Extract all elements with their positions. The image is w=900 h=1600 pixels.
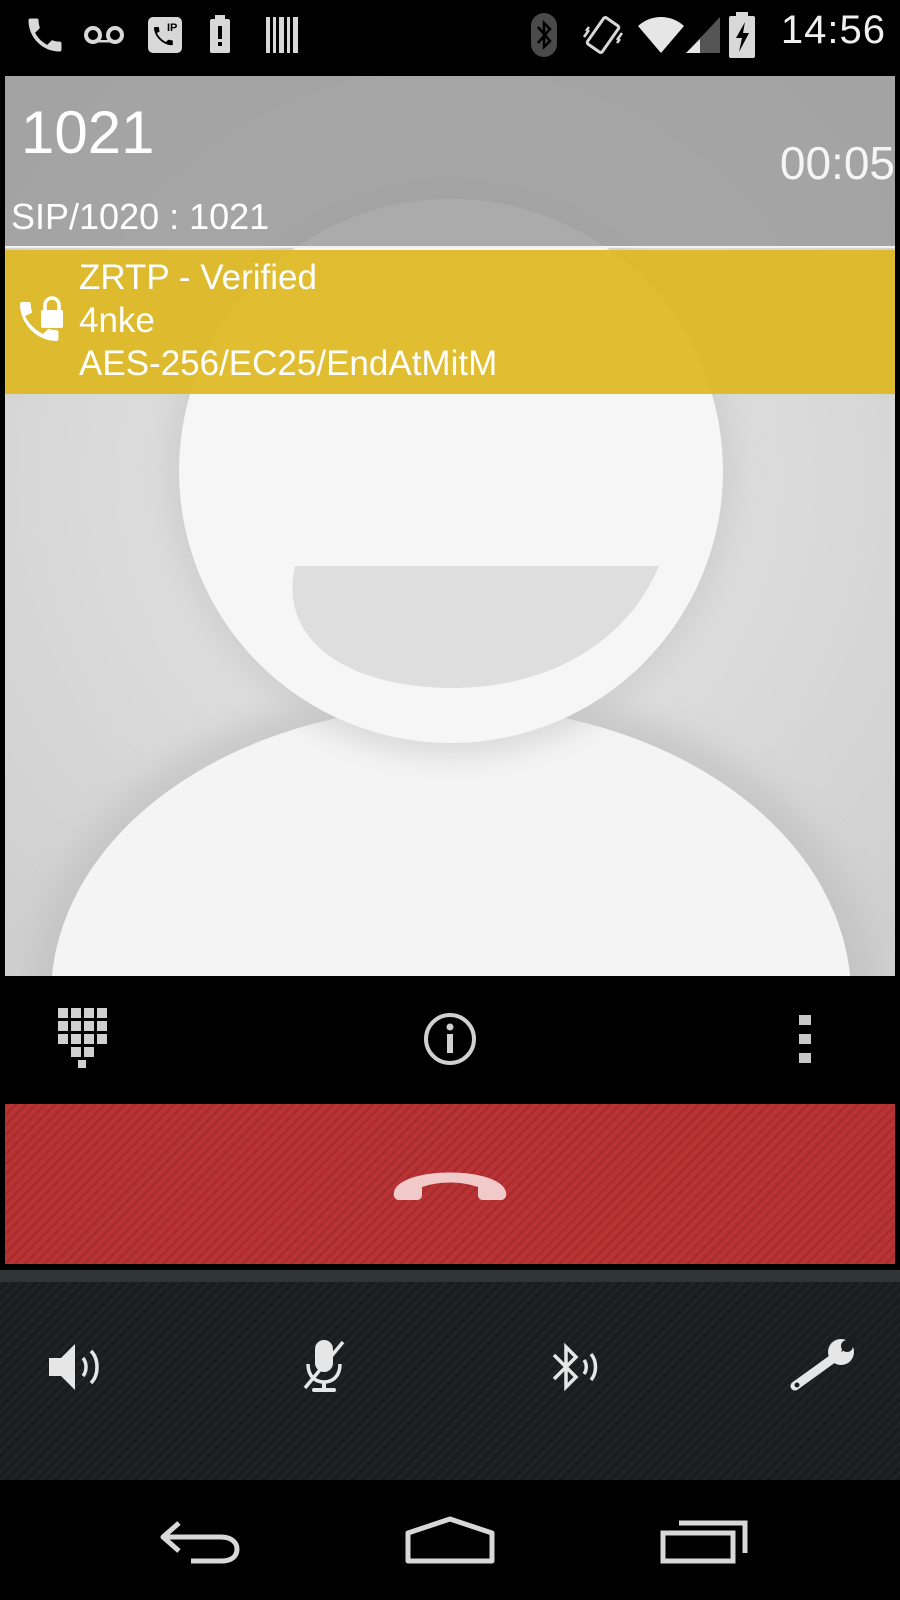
- phone-icon: [20, 10, 70, 60]
- controls-divider: [0, 1270, 900, 1282]
- zrtp-sas-code: 4nke: [79, 301, 155, 340]
- recents-button[interactable]: [644, 1500, 764, 1580]
- status-clock: 14:56: [780, 8, 886, 52]
- barcode-icon: [262, 10, 302, 60]
- dialpad-icon: [58, 1008, 107, 1068]
- vibrate-icon: [580, 10, 626, 60]
- call-duration: 00:05: [779, 137, 895, 189]
- back-button[interactable]: [140, 1500, 260, 1580]
- speaker-toggle[interactable]: [26, 1327, 126, 1407]
- bluetooth-audio-icon: [552, 1342, 598, 1392]
- sip-call-icon: IP: [142, 10, 188, 60]
- back-icon: [160, 1521, 240, 1564]
- svg-text:IP: IP: [167, 22, 177, 34]
- mute-toggle[interactable]: [274, 1327, 374, 1407]
- end-call-icon: [393, 1172, 507, 1200]
- dialpad-button[interactable]: [23, 980, 143, 1098]
- info-icon: [424, 1013, 476, 1065]
- header-divider: [5, 246, 895, 248]
- battery-saver-icon: [200, 10, 240, 60]
- zrtp-cipher: AES-256/EC25/EndAtMitM: [79, 344, 498, 383]
- in-call-action-bar: [5, 980, 895, 1098]
- status-bar: IP 14:56: [0, 0, 900, 70]
- zrtp-status: ZRTP - Verified: [79, 258, 317, 297]
- voicemail-icon: [80, 10, 128, 60]
- bluetooth-audio-toggle[interactable]: [524, 1327, 624, 1407]
- overflow-menu-icon: [799, 1015, 811, 1063]
- zrtp-security-banner[interactable]: ZRTP - Verified 4nke AES-256/EC25/EndAtM…: [5, 250, 895, 394]
- signal-icon: [684, 10, 722, 60]
- wifi-icon: [636, 10, 686, 60]
- home-icon: [405, 1516, 495, 1564]
- call-info-panel: 1021 00:05 SIP/1020 : 1021 ZRTP - Verifi…: [5, 76, 895, 976]
- settings-wrench-icon: [790, 1338, 859, 1391]
- bluetooth-icon: [526, 10, 562, 60]
- speaker-icon: [49, 1344, 99, 1390]
- home-button[interactable]: [390, 1500, 510, 1580]
- caller-name: 1021: [21, 99, 155, 166]
- zrtp-details: ZRTP - Verified 4nke AES-256/EC25/EndAtM…: [79, 256, 497, 385]
- call-settings-button[interactable]: [774, 1327, 874, 1407]
- caller-sip-address: SIP/1020 : 1021: [11, 196, 270, 237]
- caller-header: 1021 00:05 SIP/1020 : 1021: [5, 76, 895, 248]
- more-options-button[interactable]: [745, 980, 865, 1098]
- end-call-button[interactable]: [5, 1104, 895, 1264]
- secure-call-lock-icon: [20, 296, 63, 341]
- system-navigation-bar: [0, 1480, 900, 1600]
- call-info-button[interactable]: [390, 980, 510, 1098]
- battery-charging-icon: [724, 10, 760, 60]
- recents-icon: [660, 1520, 748, 1564]
- mute-mic-icon: [303, 1340, 345, 1392]
- audio-controls-bar: [0, 1282, 900, 1480]
